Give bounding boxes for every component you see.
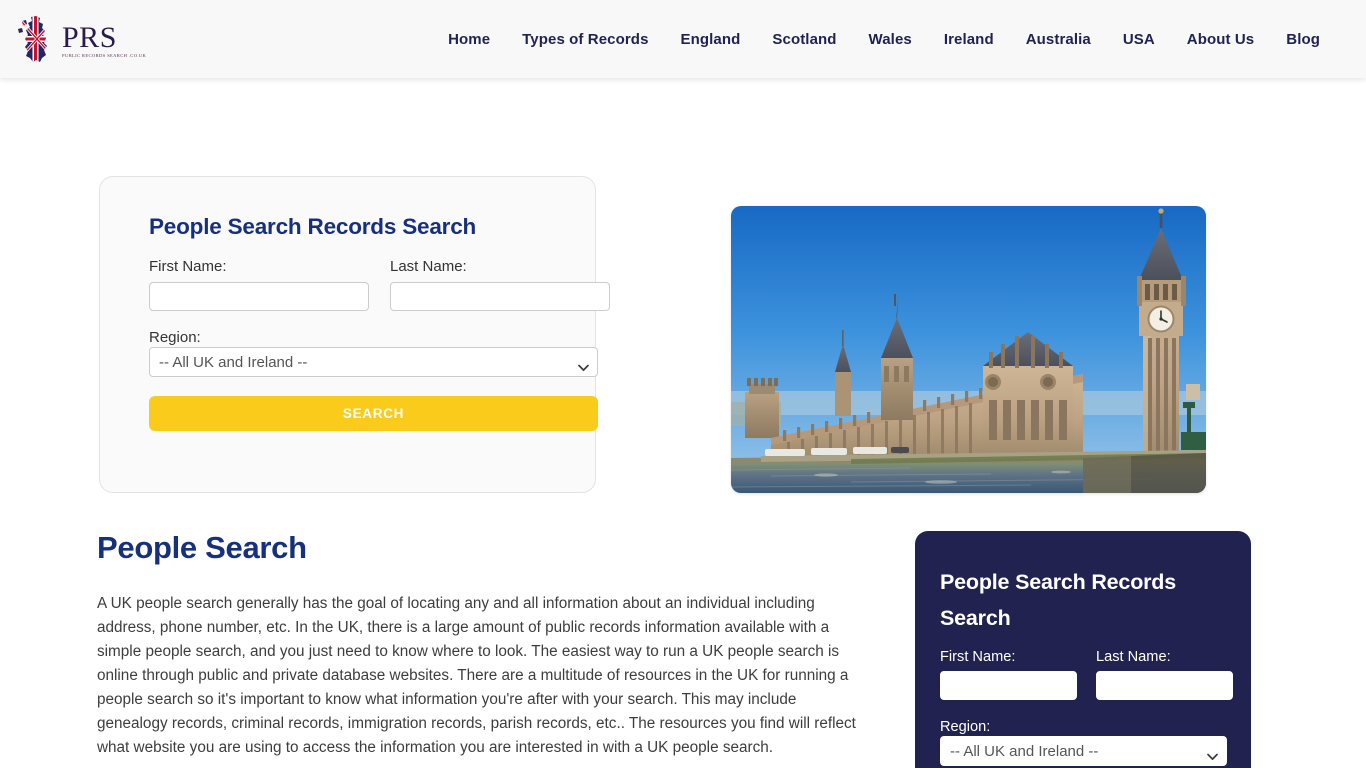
sidebar-search-title: People Search Records Search	[940, 570, 1176, 630]
nav-item-types-of-records[interactable]: Types of Records	[506, 21, 664, 58]
nav-item-home[interactable]: Home	[432, 21, 506, 58]
sidebar-first-name-label: First Name:	[940, 649, 1016, 665]
hero-name-row: First Name: Last Name:	[149, 258, 610, 311]
sidebar-name-row: First Name: Last Name:	[940, 649, 1233, 700]
article-body-text: A UK people search generally has the goa…	[97, 595, 856, 756]
sidebar-first-name-input[interactable]	[940, 671, 1077, 700]
sidebar-first-name-field: First Name:	[940, 649, 1077, 700]
nav-item-ireland[interactable]: Ireland	[928, 21, 1010, 58]
nav-item-blog[interactable]: Blog	[1270, 21, 1336, 58]
page-title: People Search	[97, 530, 307, 565]
site-header: PRS PUBLIC RECORDS SEARCH .CO.UK Home Ty…	[0, 0, 1366, 78]
hero-region-select[interactable]	[149, 347, 598, 377]
nav-item-australia[interactable]: Australia	[1010, 21, 1107, 58]
uk-map-union-jack-icon	[16, 15, 58, 63]
nav-item-usa[interactable]: USA	[1107, 21, 1171, 58]
site-logo-link[interactable]: PRS PUBLIC RECORDS SEARCH .CO.UK	[16, 15, 146, 63]
hero-last-name-field: Last Name:	[390, 258, 610, 311]
article-section: People Search A UK people search general…	[97, 530, 867, 768]
logo-title: PRS	[62, 20, 117, 54]
nav-item-scotland[interactable]: Scotland	[756, 21, 852, 58]
hero-region-label: Region:	[149, 329, 201, 346]
main-navigation: Home Types of Records England Scotland W…	[432, 21, 1336, 58]
hero-first-name-label: First Name:	[149, 258, 227, 275]
hero-last-name-label: Last Name:	[390, 258, 467, 275]
nav-item-wales[interactable]: Wales	[853, 21, 928, 58]
hero-first-name-input[interactable]	[149, 282, 369, 311]
sidebar-region-label: Region:	[940, 719, 991, 735]
sidebar-region-select[interactable]	[940, 736, 1227, 766]
hero-last-name-input[interactable]	[390, 282, 610, 311]
sidebar-search-card: People Search Records Search First Name:…	[915, 531, 1251, 768]
hero-region-field: Region:	[149, 329, 598, 377]
logo-subtitle: PUBLIC RECORDS SEARCH .CO.UK	[62, 53, 147, 59]
hero-search-card: People Search Records Search First Name:…	[99, 176, 610, 493]
hero-first-name-field: First Name:	[149, 258, 369, 311]
hero-image-parliament	[731, 206, 1206, 493]
nav-item-about-us[interactable]: About Us	[1171, 21, 1270, 58]
sidebar-region-select-wrap	[940, 736, 1227, 766]
sidebar-region-field: Region:	[940, 718, 1227, 766]
hero-search-title: People Search Records Search	[149, 214, 477, 239]
hero-search-button[interactable]: SEARCH	[149, 396, 598, 431]
sidebar-last-name-label: Last Name:	[1096, 649, 1171, 665]
hero-region-select-wrap	[149, 347, 598, 377]
sidebar-last-name-field: Last Name:	[1096, 649, 1233, 700]
sidebar-last-name-input[interactable]	[1096, 671, 1233, 700]
nav-item-england[interactable]: England	[665, 21, 757, 58]
